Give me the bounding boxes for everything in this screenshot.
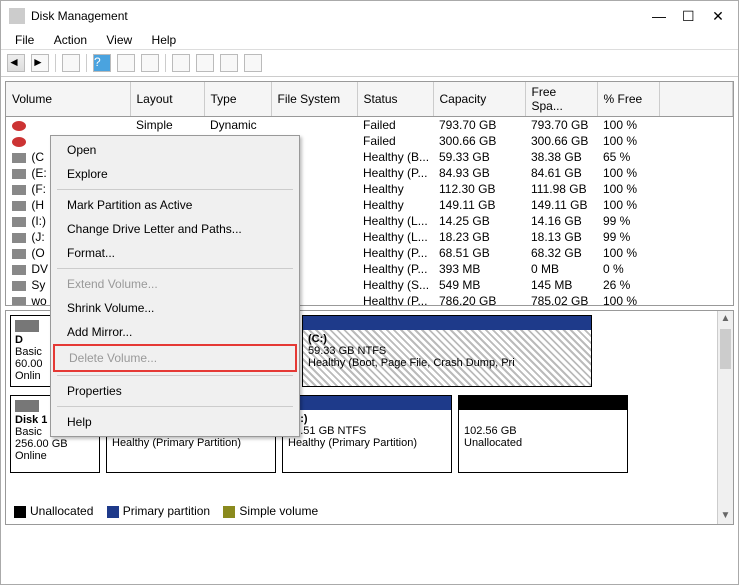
volume-icon [12,297,26,306]
ctx-properties[interactable]: Properties [53,379,297,403]
disk1-unallocated[interactable]: 102.56 GB Unallocated [458,395,628,473]
toolbar: ◄ ► ? [1,50,738,77]
ctx-delete-volume: Delete Volume... [53,344,297,372]
app-icon [9,8,25,24]
table-header[interactable]: Volume Layout Type File System Status Ca… [6,82,733,117]
col-volume[interactable]: Volume [6,82,130,117]
scroll-thumb[interactable] [720,329,731,369]
menu-file[interactable]: File [7,31,42,49]
ctx-change-letter[interactable]: Change Drive Letter and Paths... [53,217,297,241]
menu-action[interactable]: Action [46,31,95,49]
menu-help[interactable]: Help [144,31,185,49]
disk0-volume-c[interactable]: (C:) 59.33 GB NTFS Healthy (Boot, Page F… [302,315,592,387]
window-title: Disk Management [31,9,652,23]
volume-icon [12,169,26,179]
separator [55,54,56,72]
volume-icon [12,217,26,227]
partition-bar [303,316,591,330]
col-capacity[interactable]: Capacity [433,82,525,117]
col-extra[interactable] [659,82,733,117]
separator [57,375,293,376]
partition-bar [459,396,627,410]
col-status[interactable]: Status [357,82,433,117]
menu-view[interactable]: View [98,31,140,49]
ctx-explore[interactable]: Explore [53,162,297,186]
volume-icon [12,265,26,275]
ctx-open[interactable]: Open [53,138,297,162]
toolbar-icon[interactable] [244,54,262,72]
col-pct[interactable]: % Free [597,82,659,117]
back-button[interactable]: ◄ [7,54,25,72]
separator [57,268,293,269]
ctx-mark-active[interactable]: Mark Partition as Active [53,193,297,217]
toolbar-icon[interactable] [196,54,214,72]
col-layout[interactable]: Layout [130,82,204,117]
separator [165,54,166,72]
partition-bar [283,396,451,410]
volume-icon [12,281,26,291]
toolbar-icon[interactable] [62,54,80,72]
scroll-down-icon[interactable]: ▼ [718,508,733,524]
ctx-extend-volume: Extend Volume... [53,272,297,296]
scroll-up-icon[interactable]: ▲ [718,311,733,327]
volume-icon [12,233,26,243]
disk-icon [15,400,39,412]
scrollbar[interactable]: ▲ ▼ [717,311,733,524]
legend-unalloc-swatch [14,506,26,518]
disk-icon [15,320,39,332]
separator [86,54,87,72]
toolbar-icon[interactable] [172,54,190,72]
col-type[interactable]: Type [204,82,271,117]
volume-icon [12,153,26,163]
close-button[interactable]: ✕ [712,8,724,25]
legend-simple-swatch [223,506,235,518]
col-fs[interactable]: File System [271,82,357,117]
title-bar: Disk Management — ☐ ✕ [1,1,738,31]
volume-icon [12,121,26,131]
col-free[interactable]: Free Spa... [525,82,597,117]
minimize-button[interactable]: — [652,8,664,25]
maximize-button[interactable]: ☐ [682,8,694,25]
volume-icon [12,137,26,147]
toolbar-icon[interactable] [220,54,238,72]
volume-icon [12,201,26,211]
volume-icon [12,249,26,259]
toolbar-icon[interactable] [141,54,159,72]
ctx-shrink-volume[interactable]: Shrink Volume... [53,296,297,320]
help-icon[interactable]: ? [93,54,111,72]
table-row[interactable]: SimpleDynamicFailed793.70 GB793.70 GB100… [6,117,733,134]
menu-bar: File Action View Help [1,31,738,50]
forward-button[interactable]: ► [31,54,49,72]
ctx-add-mirror[interactable]: Add Mirror... [53,320,297,344]
legend: Unallocated Primary partition Simple vol… [14,504,318,518]
volume-icon [12,185,26,195]
context-menu: Open Explore Mark Partition as Active Ch… [50,135,300,437]
disk1-volume-o[interactable]: (O:) 68.51 GB NTFS Healthy (Primary Part… [282,395,452,473]
separator [57,189,293,190]
ctx-format[interactable]: Format... [53,241,297,265]
ctx-help[interactable]: Help [53,410,297,434]
toolbar-icon[interactable] [117,54,135,72]
separator [57,406,293,407]
disk0-label: D [15,334,23,346]
legend-primary-swatch [107,506,119,518]
